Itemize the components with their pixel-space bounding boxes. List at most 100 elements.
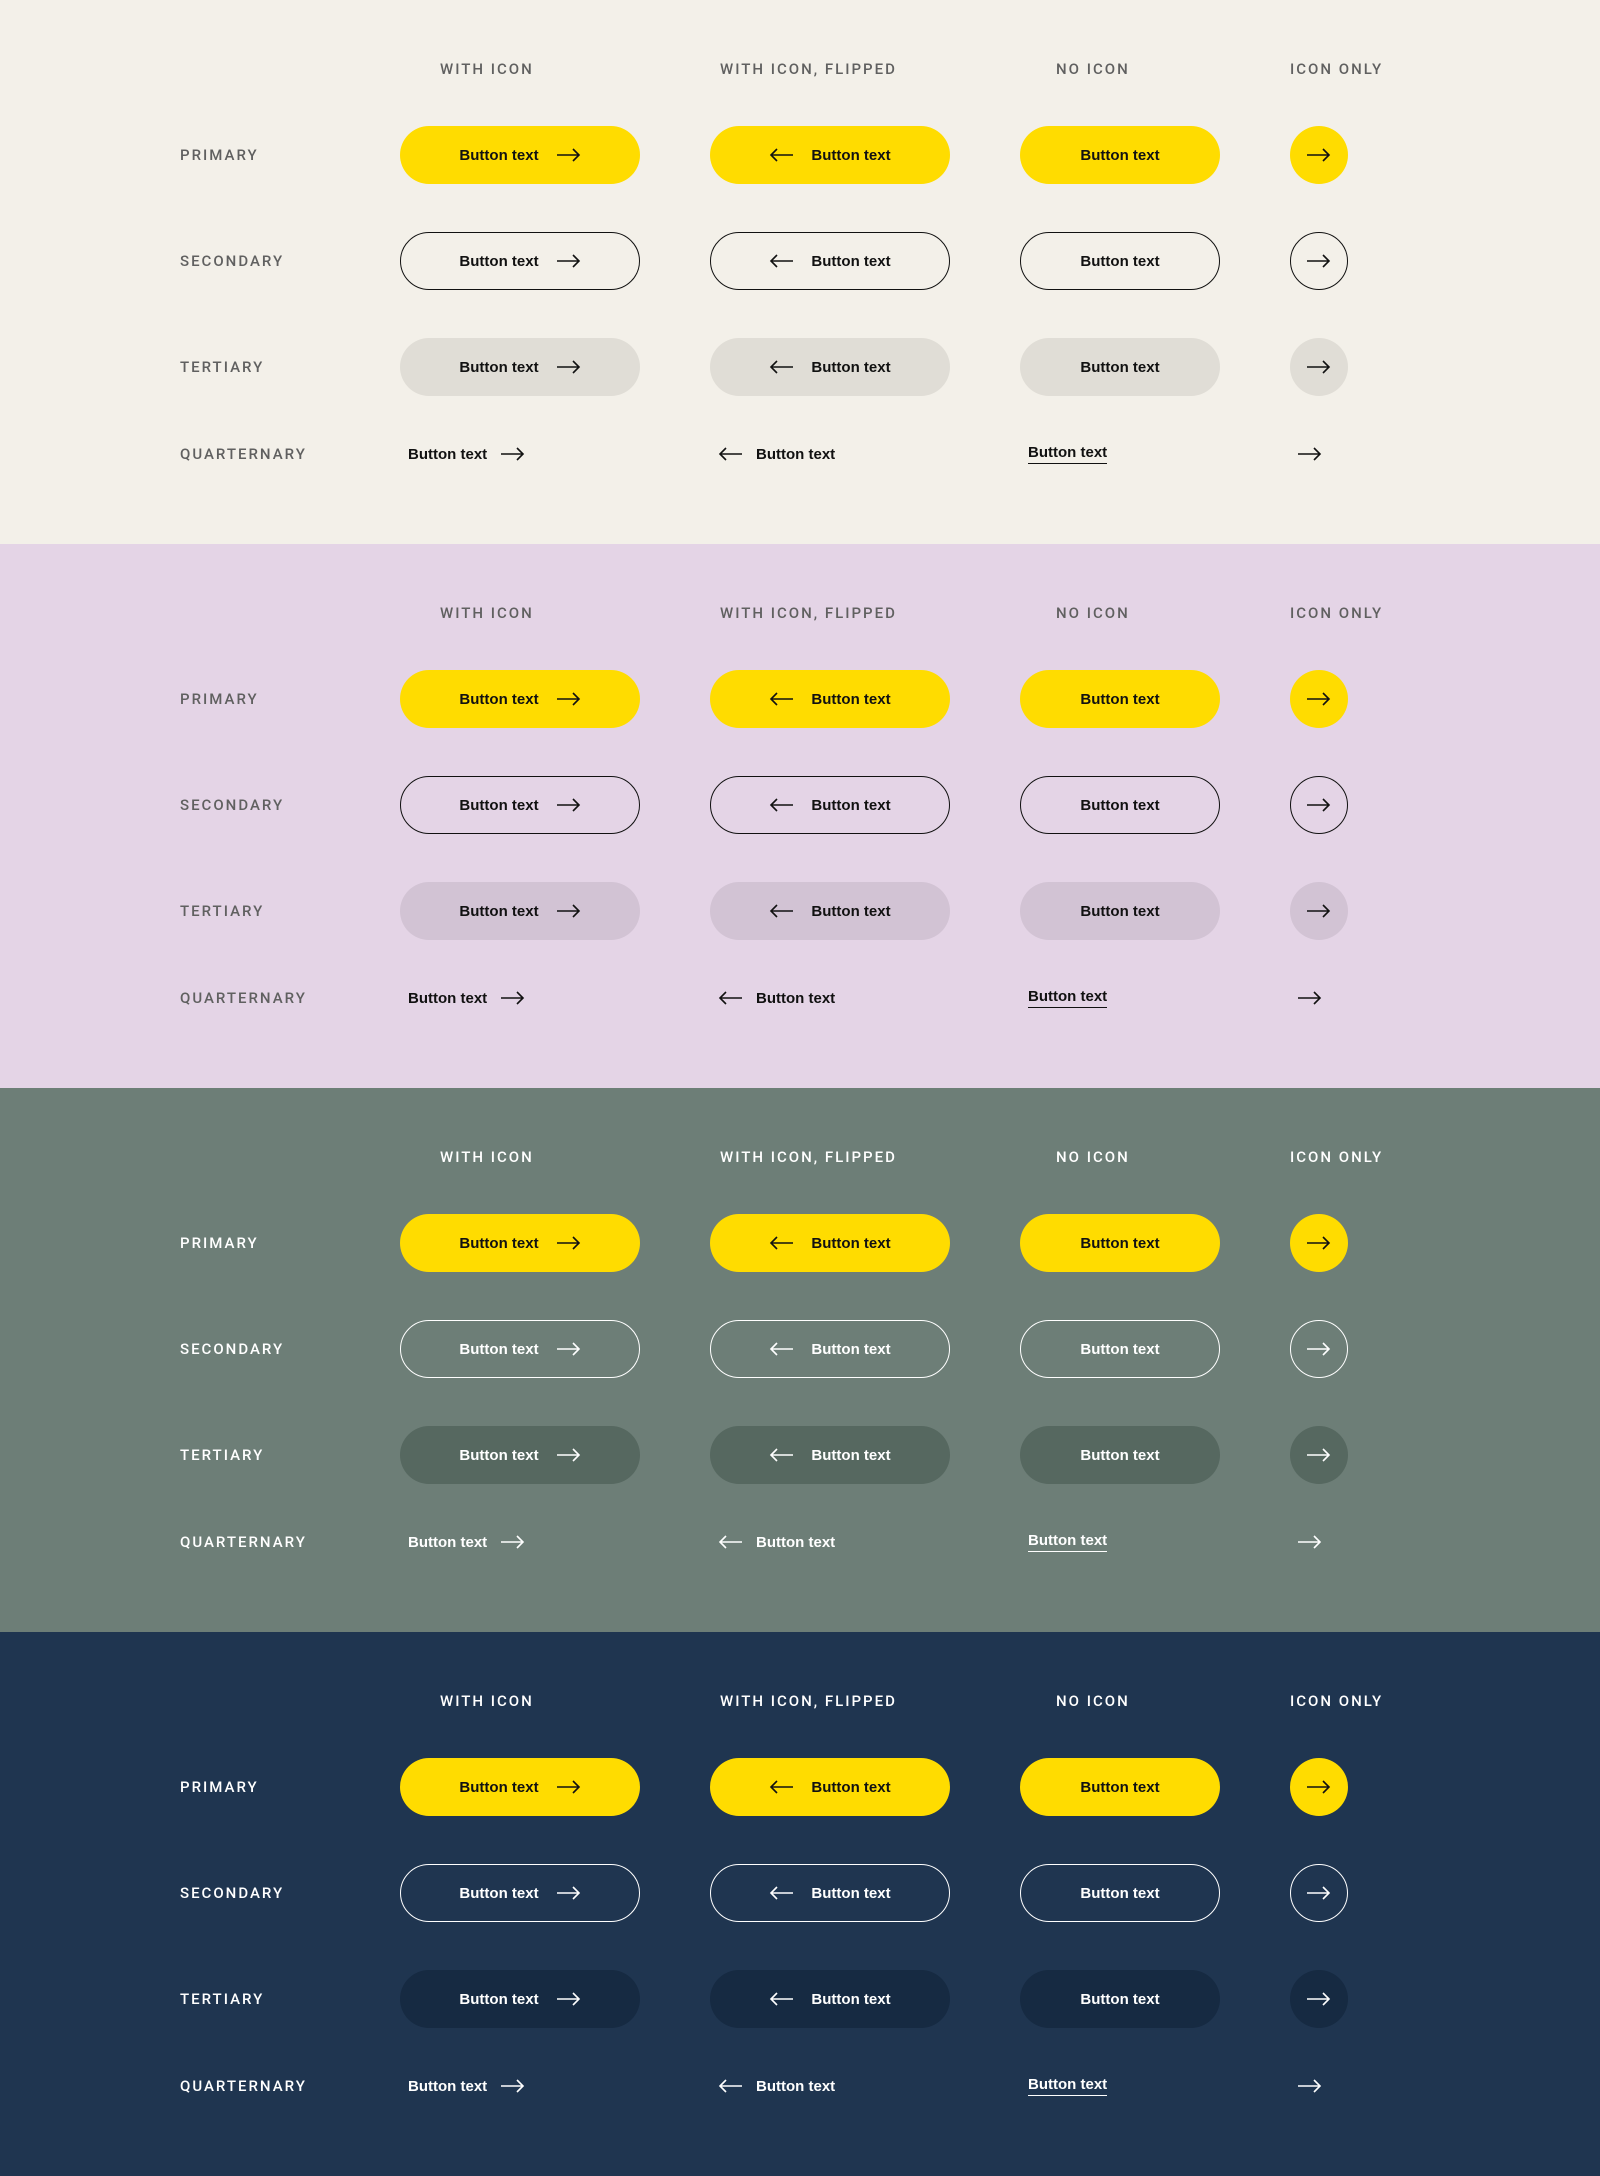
quarternary-button-with-icon[interactable]: Button text bbox=[400, 2078, 533, 2095]
primary-button-with-icon-flipped[interactable]: Button text bbox=[710, 126, 950, 184]
tertiary-button-with-icon[interactable]: Button text bbox=[400, 1970, 640, 2028]
secondary-button-with-icon[interactable]: Button text bbox=[400, 776, 640, 834]
primary-button-no-icon[interactable]: Button text bbox=[1020, 126, 1220, 184]
button-label: Button text bbox=[811, 1885, 890, 1902]
column-header: WITH ICON bbox=[400, 604, 650, 622]
tertiary-button-no-icon[interactable]: Button text bbox=[1020, 1426, 1220, 1484]
quarternary-button-with-icon-flipped[interactable]: Button text bbox=[710, 1534, 843, 1551]
button-label: Button text bbox=[459, 797, 538, 814]
arrow-right-icon bbox=[557, 798, 581, 812]
arrow-right-icon bbox=[1307, 904, 1331, 918]
quarternary-button-no-icon[interactable]: Button text bbox=[1020, 1532, 1115, 1552]
secondary-button-with-icon[interactable]: Button text bbox=[400, 1320, 640, 1378]
tertiary-button-no-icon[interactable]: Button text bbox=[1020, 338, 1220, 396]
secondary-button-with-icon[interactable]: Button text bbox=[400, 232, 640, 290]
quarternary-button-with-icon-flipped[interactable]: Button text bbox=[710, 990, 843, 1007]
quarternary-button-no-icon[interactable]: Button text bbox=[1020, 444, 1115, 464]
quarternary-button-with-icon[interactable]: Button text bbox=[400, 446, 533, 463]
quarternary-button-icon-only[interactable] bbox=[1290, 991, 1330, 1005]
button-label: Button text bbox=[1028, 444, 1107, 464]
arrow-left-icon bbox=[769, 1992, 793, 2006]
primary-button-no-icon[interactable]: Button text bbox=[1020, 1758, 1220, 1816]
secondary-button-with-icon-flipped[interactable]: Button text bbox=[710, 232, 950, 290]
button-label: Button text bbox=[459, 1779, 538, 1796]
column-header: ICON ONLY bbox=[1290, 604, 1400, 622]
arrow-right-icon bbox=[557, 1236, 581, 1250]
button-label: Button text bbox=[811, 1447, 890, 1464]
tertiary-button-with-icon[interactable]: Button text bbox=[400, 1426, 640, 1484]
tertiary-button-with-icon-flipped[interactable]: Button text bbox=[710, 1970, 950, 2028]
column-header: WITH ICON bbox=[400, 1692, 650, 1710]
row-header-secondary: SECONDARY bbox=[180, 796, 340, 814]
secondary-button-icon-only[interactable] bbox=[1290, 776, 1348, 834]
arrow-right-icon bbox=[557, 1780, 581, 1794]
primary-button-with-icon[interactable]: Button text bbox=[400, 1758, 640, 1816]
tertiary-button-icon-only[interactable] bbox=[1290, 1426, 1348, 1484]
arrow-left-icon bbox=[769, 360, 793, 374]
secondary-button-no-icon[interactable]: Button text bbox=[1020, 232, 1220, 290]
secondary-button-with-icon-flipped[interactable]: Button text bbox=[710, 776, 950, 834]
tertiary-button-no-icon[interactable]: Button text bbox=[1020, 882, 1220, 940]
button-label: Button text bbox=[1080, 1235, 1159, 1252]
button-label: Button text bbox=[811, 147, 890, 164]
quarternary-button-with-icon[interactable]: Button text bbox=[400, 990, 533, 1007]
arrow-right-icon bbox=[557, 1886, 581, 1900]
arrow-right-icon bbox=[1307, 798, 1331, 812]
primary-button-no-icon[interactable]: Button text bbox=[1020, 1214, 1220, 1272]
tertiary-button-with-icon-flipped[interactable]: Button text bbox=[710, 338, 950, 396]
quarternary-button-icon-only[interactable] bbox=[1290, 1535, 1330, 1549]
primary-button-icon-only[interactable] bbox=[1290, 126, 1348, 184]
secondary-button-icon-only[interactable] bbox=[1290, 1864, 1348, 1922]
quarternary-button-no-icon[interactable]: Button text bbox=[1020, 2076, 1115, 2096]
row-header-tertiary: TERTIARY bbox=[180, 358, 340, 376]
primary-button-with-icon[interactable]: Button text bbox=[400, 126, 640, 184]
quarternary-button-icon-only[interactable] bbox=[1290, 2079, 1330, 2093]
row-header-quarternary: QUARTERNARY bbox=[180, 445, 340, 463]
primary-button-with-icon[interactable]: Button text bbox=[400, 670, 640, 728]
secondary-button-with-icon-flipped[interactable]: Button text bbox=[710, 1864, 950, 1922]
secondary-button-no-icon[interactable]: Button text bbox=[1020, 1320, 1220, 1378]
primary-button-icon-only[interactable] bbox=[1290, 1758, 1348, 1816]
arrow-left-icon bbox=[769, 254, 793, 268]
tertiary-button-icon-only[interactable] bbox=[1290, 338, 1348, 396]
secondary-button-no-icon[interactable]: Button text bbox=[1020, 776, 1220, 834]
button-label: Button text bbox=[1080, 253, 1159, 270]
arrow-left-icon bbox=[769, 1886, 793, 1900]
column-header: ICON ONLY bbox=[1290, 60, 1400, 78]
tertiary-button-with-icon-flipped[interactable]: Button text bbox=[710, 882, 950, 940]
secondary-button-no-icon[interactable]: Button text bbox=[1020, 1864, 1220, 1922]
button-label: Button text bbox=[459, 359, 538, 376]
secondary-button-icon-only[interactable] bbox=[1290, 1320, 1348, 1378]
primary-button-with-icon[interactable]: Button text bbox=[400, 1214, 640, 1272]
tertiary-button-icon-only[interactable] bbox=[1290, 882, 1348, 940]
column-header: NO ICON bbox=[1020, 60, 1230, 78]
row-header-secondary: SECONDARY bbox=[180, 252, 340, 270]
row-header-tertiary: TERTIARY bbox=[180, 1990, 340, 2008]
arrow-right-icon bbox=[1307, 360, 1331, 374]
tertiary-button-icon-only[interactable] bbox=[1290, 1970, 1348, 2028]
secondary-button-icon-only[interactable] bbox=[1290, 232, 1348, 290]
quarternary-button-no-icon[interactable]: Button text bbox=[1020, 988, 1115, 1008]
tertiary-button-with-icon-flipped[interactable]: Button text bbox=[710, 1426, 950, 1484]
primary-button-icon-only[interactable] bbox=[1290, 1214, 1348, 1272]
primary-button-no-icon[interactable]: Button text bbox=[1020, 670, 1220, 728]
quarternary-button-icon-only[interactable] bbox=[1290, 447, 1330, 461]
row-header-tertiary: TERTIARY bbox=[180, 1446, 340, 1464]
tertiary-button-with-icon[interactable]: Button text bbox=[400, 882, 640, 940]
button-label: Button text bbox=[811, 1235, 890, 1252]
button-label: Button text bbox=[1080, 691, 1159, 708]
column-header: ICON ONLY bbox=[1290, 1148, 1400, 1166]
secondary-button-with-icon-flipped[interactable]: Button text bbox=[710, 1320, 950, 1378]
tertiary-button-no-icon[interactable]: Button text bbox=[1020, 1970, 1220, 2028]
button-label: Button text bbox=[1028, 2076, 1107, 2096]
primary-button-icon-only[interactable] bbox=[1290, 670, 1348, 728]
quarternary-button-with-icon-flipped[interactable]: Button text bbox=[710, 2078, 843, 2095]
tertiary-button-with-icon[interactable]: Button text bbox=[400, 338, 640, 396]
primary-button-with-icon-flipped[interactable]: Button text bbox=[710, 1214, 950, 1272]
quarternary-button-with-icon-flipped[interactable]: Button text bbox=[710, 446, 843, 463]
primary-button-with-icon-flipped[interactable]: Button text bbox=[710, 1758, 950, 1816]
primary-button-with-icon-flipped[interactable]: Button text bbox=[710, 670, 950, 728]
button-label: Button text bbox=[1080, 797, 1159, 814]
secondary-button-with-icon[interactable]: Button text bbox=[400, 1864, 640, 1922]
quarternary-button-with-icon[interactable]: Button text bbox=[400, 1534, 533, 1551]
